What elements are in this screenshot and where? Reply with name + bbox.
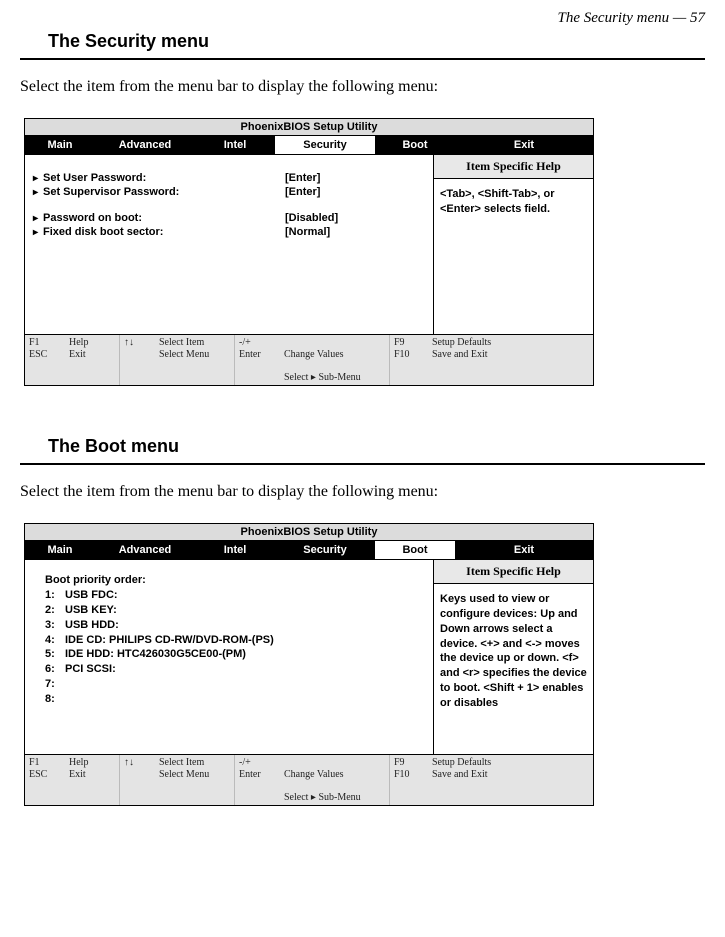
help-title: Item Specific Help — [434, 560, 593, 584]
footer-label-defaults: Setup Defaults Save and Exit — [428, 335, 593, 385]
field-label: Fixed disk boot sector: — [43, 226, 285, 238]
boot-label: IDE CD: PHILIPS CD-RW/DVD-ROM-(PS) — [65, 633, 274, 648]
footer-key-f1-esc: F1 ESC — [25, 755, 65, 805]
tab-exit[interactable]: Exit — [455, 136, 593, 154]
footer-key-f1-esc: F1 ESC — [25, 335, 65, 385]
section-intro-boot: Select the item from the menu bar to dis… — [20, 483, 705, 501]
boot-priority-header: Boot priority order: — [33, 574, 425, 586]
triangle-icon: ▸ — [33, 173, 43, 184]
boot-item-7[interactable]: 7: — [33, 677, 425, 692]
bios-boot-box: PhoenixBIOS Setup Utility Main Advanced … — [24, 523, 594, 806]
bios-security-box: PhoenixBIOS Setup Utility Main Advanced … — [24, 118, 594, 386]
boot-num: 7: — [45, 677, 65, 692]
boot-label: PCI SCSI: — [65, 662, 116, 677]
bios-title: PhoenixBIOS Setup Utility — [25, 119, 593, 136]
boot-num: 4: — [45, 633, 65, 648]
tab-boot[interactable]: Boot — [375, 136, 455, 154]
triangle-icon: ▸ — [33, 227, 43, 238]
bios-title: PhoenixBIOS Setup Utility — [25, 524, 593, 541]
boot-label: USB HDD: — [65, 618, 119, 633]
tab-security[interactable]: Security — [275, 136, 375, 154]
field-password-on-boot[interactable]: ▸ Password on boot: [Disabled] — [33, 211, 425, 225]
boot-num: 2: — [45, 603, 65, 618]
field-value: [Enter] — [285, 186, 425, 198]
section-title-security: The Security menu — [20, 31, 705, 60]
boot-item-5[interactable]: 5:IDE HDD: HTC426030G5CE00-(PM) — [33, 647, 425, 662]
footer-key-arrows: ↑↓ — [120, 755, 155, 805]
footer-label-select: Select Item Select Menu — [155, 755, 235, 805]
section-intro-security: Select the item from the menu bar to dis… — [20, 78, 705, 96]
page-header: The Security menu — 57 — [20, 10, 705, 31]
tab-security[interactable]: Security — [275, 541, 375, 559]
footer-label-help-exit: Help Exit — [65, 335, 120, 385]
footer-key-f9-f10: F9 F10 — [390, 755, 428, 805]
tab-exit[interactable]: Exit — [455, 541, 593, 559]
footer-label-change: Change Values Select ▸ Sub-Menu — [280, 335, 390, 385]
boot-num: 1: — [45, 588, 65, 603]
boot-item-4[interactable]: 4:IDE CD: PHILIPS CD-RW/DVD-ROM-(PS) — [33, 633, 425, 648]
field-value: [Disabled] — [285, 212, 425, 224]
bios-tabbar: Main Advanced Intel Security Boot Exit — [25, 541, 593, 559]
bios-tabbar: Main Advanced Intel Security Boot Exit — [25, 136, 593, 154]
tab-advanced[interactable]: Advanced — [95, 541, 195, 559]
boot-num: 5: — [45, 647, 65, 662]
footer-select-submenu: Select ▸ Sub-Menu — [284, 792, 361, 803]
help-title: Item Specific Help — [434, 155, 593, 179]
boot-item-1[interactable]: 1:USB FDC: — [33, 588, 425, 603]
boot-item-3[interactable]: 3:USB HDD: — [33, 618, 425, 633]
bios-boot-pane: Boot priority order: 1:USB FDC: 2:USB KE… — [25, 560, 433, 754]
tab-intel[interactable]: Intel — [195, 541, 275, 559]
footer-label-change: Change Values Select ▸ Sub-Menu — [280, 755, 390, 805]
footer-key-plusminus: -/+ Enter — [235, 755, 280, 805]
boot-item-8[interactable]: 8: — [33, 692, 425, 707]
footer-label-help-exit: Help Exit — [65, 755, 120, 805]
footer-key-arrows: ↑↓ — [120, 335, 155, 385]
tab-main[interactable]: Main — [25, 136, 95, 154]
field-label: Set Supervisor Password: — [43, 186, 285, 198]
triangle-icon: ▸ — [33, 187, 43, 198]
boot-label: USB FDC: — [65, 588, 118, 603]
footer-key-f9-f10: F9 F10 — [390, 335, 428, 385]
footer-select-submenu: Select ▸ Sub-Menu — [284, 372, 361, 383]
field-value: [Enter] — [285, 172, 425, 184]
boot-item-2[interactable]: 2:USB KEY: — [33, 603, 425, 618]
section-title-boot: The Boot menu — [20, 436, 705, 465]
bios-fields-pane: ▸ Set User Password: [Enter] ▸ Set Super… — [25, 155, 433, 334]
field-set-user-password[interactable]: ▸ Set User Password: [Enter] — [33, 171, 425, 185]
footer-key-plusminus: -/+ Enter — [235, 335, 280, 385]
boot-label: USB KEY: — [65, 603, 117, 618]
boot-num: 6: — [45, 662, 65, 677]
field-label: Password on boot: — [43, 212, 285, 224]
tab-advanced[interactable]: Advanced — [95, 136, 195, 154]
boot-item-6[interactable]: 6:PCI SCSI: — [33, 662, 425, 677]
bios-footer: F1 ESC Help Exit ↑↓ Select Item Select M… — [25, 334, 593, 385]
footer-change-values: Change Values — [284, 349, 344, 360]
field-label: Set User Password: — [43, 172, 285, 184]
tab-intel[interactable]: Intel — [195, 136, 275, 154]
triangle-icon: ▸ — [33, 213, 43, 224]
help-body-security: <Tab>, <Shift-Tab>, or <Enter> selects f… — [434, 179, 593, 334]
footer-label-select: Select Item Select Menu — [155, 335, 235, 385]
help-body-boot: Keys used to view or configure devices: … — [434, 584, 593, 754]
boot-num: 8: — [45, 692, 65, 707]
footer-label-defaults: Setup Defaults Save and Exit — [428, 755, 593, 805]
field-value: [Normal] — [285, 226, 425, 238]
field-set-supervisor-password[interactable]: ▸ Set Supervisor Password: [Enter] — [33, 185, 425, 199]
bios-footer: F1 ESC Help Exit ↑↓ Select Item Select M… — [25, 754, 593, 805]
footer-change-values: Change Values — [284, 769, 344, 780]
boot-num: 3: — [45, 618, 65, 633]
tab-main[interactable]: Main — [25, 541, 95, 559]
field-fixed-disk-boot-sector[interactable]: ▸ Fixed disk boot sector: [Normal] — [33, 225, 425, 239]
tab-boot[interactable]: Boot — [375, 541, 455, 559]
boot-label: IDE HDD: HTC426030G5CE00-(PM) — [65, 647, 246, 662]
